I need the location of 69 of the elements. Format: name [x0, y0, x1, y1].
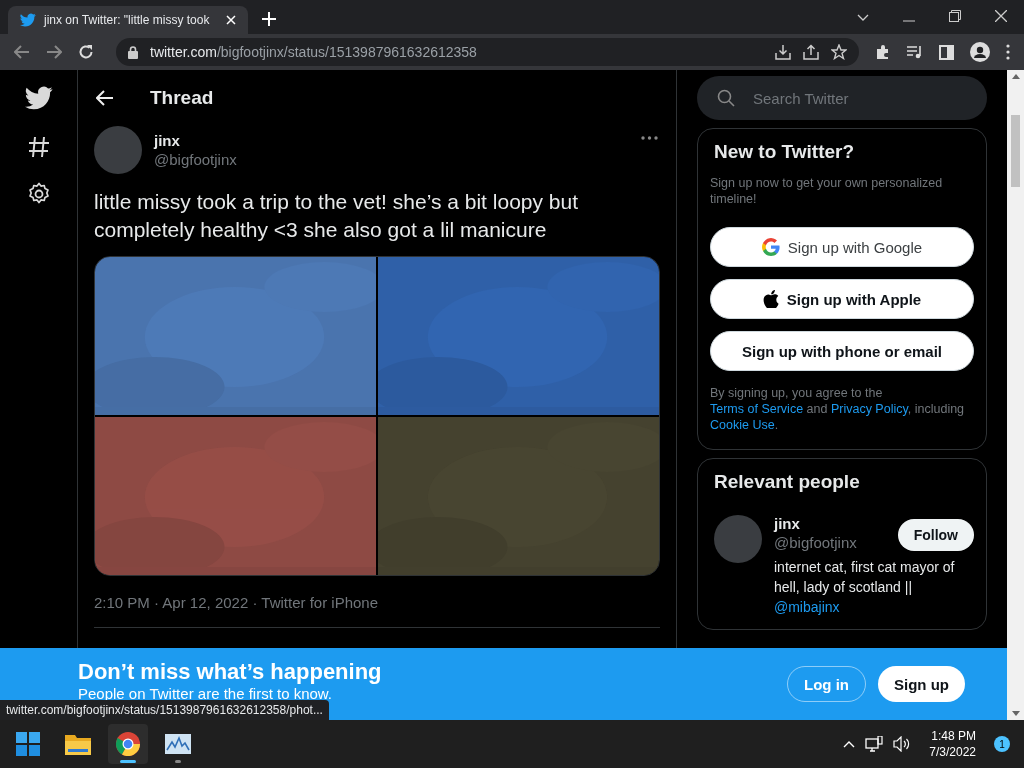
share-icon[interactable] — [803, 44, 819, 60]
thread-title: Thread — [150, 87, 214, 109]
reload-icon[interactable] — [78, 44, 94, 60]
author-name[interactable]: jinx — [154, 132, 237, 149]
author-handle[interactable]: @bigfootjinx — [154, 151, 237, 168]
signup-button[interactable]: Sign up — [878, 666, 965, 702]
playlist-icon[interactable] — [907, 45, 923, 59]
volume-icon[interactable] — [893, 736, 912, 752]
url-text: twitter.com/bigfootjinx/status/1513987961632612358 — [150, 44, 477, 60]
legal-link[interactable]: Cookie Use — [710, 418, 775, 432]
forward-icon[interactable] — [46, 45, 62, 59]
chart-window-icon — [165, 734, 191, 754]
search-field[interactable]: Search Twitter — [697, 76, 987, 120]
google-icon — [761, 238, 780, 256]
person-bio: internet cat, first cat mayor of hell, lady of scotland || @mibajinx — [774, 558, 956, 617]
install-icon[interactable] — [775, 44, 791, 60]
back-icon[interactable] — [14, 45, 30, 59]
scrollbar[interactable] — [1007, 70, 1024, 720]
scroll-thumb[interactable] — [1011, 115, 1020, 187]
star-icon[interactable] — [831, 44, 847, 60]
notification-badge[interactable]: 1 — [994, 736, 1010, 752]
profile-icon[interactable] — [970, 42, 990, 62]
more-icon[interactable] — [1006, 44, 1010, 60]
taskbar-app[interactable] — [108, 724, 148, 764]
person-handle[interactable]: @bigfootjinx — [774, 534, 857, 551]
apple-icon — [762, 290, 779, 308]
chrome-icon — [116, 732, 140, 756]
banner-subtitle: People on Twitter are the first to know. — [78, 684, 334, 702]
status-url: twitter.com/bigfootjinx/status/1513987961632612358/phot... — [0, 700, 329, 720]
restore-icon[interactable] — [949, 10, 961, 22]
hashtag-icon[interactable] — [27, 136, 50, 158]
clock-time[interactable]: 1:48 PM — [931, 728, 976, 744]
legal-link[interactable]: Privacy Policy — [830, 402, 908, 416]
legal-link[interactable]: Terms of Service — [710, 402, 804, 416]
scroll-down-icon[interactable] — [1011, 711, 1020, 716]
follow-button[interactable]: Follow — [897, 519, 974, 551]
signup-button[interactable]: Sign up with Google — [710, 227, 974, 267]
card-title: New to Twitter? — [713, 141, 856, 163]
legal-text: By signing up, you agree to the Terms of Service and Privacy Policy, including Cookie Use. — [710, 385, 966, 433]
signup-button[interactable]: Sign up with Apple — [710, 279, 974, 319]
chevron-up-icon[interactable] — [843, 740, 856, 748]
bio-link[interactable]: @mibajinx — [774, 599, 840, 615]
tab-title: jinx on Twitter: "little missy took — [44, 13, 211, 27]
new-tab-icon[interactable] — [262, 12, 276, 26]
scroll-up-icon[interactable] — [1011, 74, 1020, 79]
bird-icon — [20, 12, 36, 28]
tweet-text: little missy took a trip to the vet! she’s a bit loopy but completely healthy <3 she also got a lil manicure — [94, 189, 579, 243]
more-icon[interactable] — [641, 136, 658, 140]
search-icon — [717, 89, 735, 107]
card-title: Relevant people — [713, 471, 861, 493]
clock-date[interactable]: 7/3/2022 — [929, 744, 976, 760]
signup-button[interactable]: Sign up with phone or email — [710, 331, 974, 371]
lock-icon — [128, 45, 138, 59]
folder-icon — [65, 733, 91, 755]
sidebar-icon[interactable] — [939, 44, 954, 60]
network-icon[interactable] — [865, 736, 884, 752]
browser-tab[interactable]: jinx on Twitter: "little missy took — [8, 6, 248, 34]
settings-icon[interactable] — [26, 182, 51, 206]
tweet-timestamp: 2:10 PM · Apr 12, 2022 · Twitter for iPhone — [94, 594, 380, 611]
chevron-down-icon[interactable] — [857, 14, 869, 22]
person-name[interactable]: jinx — [774, 515, 857, 532]
close-icon[interactable] — [995, 10, 1007, 22]
banner-title: Don’t miss what’s happening — [78, 658, 383, 685]
puzzle-icon[interactable] — [875, 44, 891, 60]
windows-icon — [16, 732, 40, 756]
bird-icon[interactable] — [24, 84, 53, 112]
address-bar[interactable]: twitter.com/bigfootjinx/status/1513987961632612358 — [116, 38, 859, 66]
back-arrow-icon[interactable] — [96, 90, 114, 106]
card-subtitle: Sign up now to get your own personalized timeline! — [710, 175, 944, 207]
